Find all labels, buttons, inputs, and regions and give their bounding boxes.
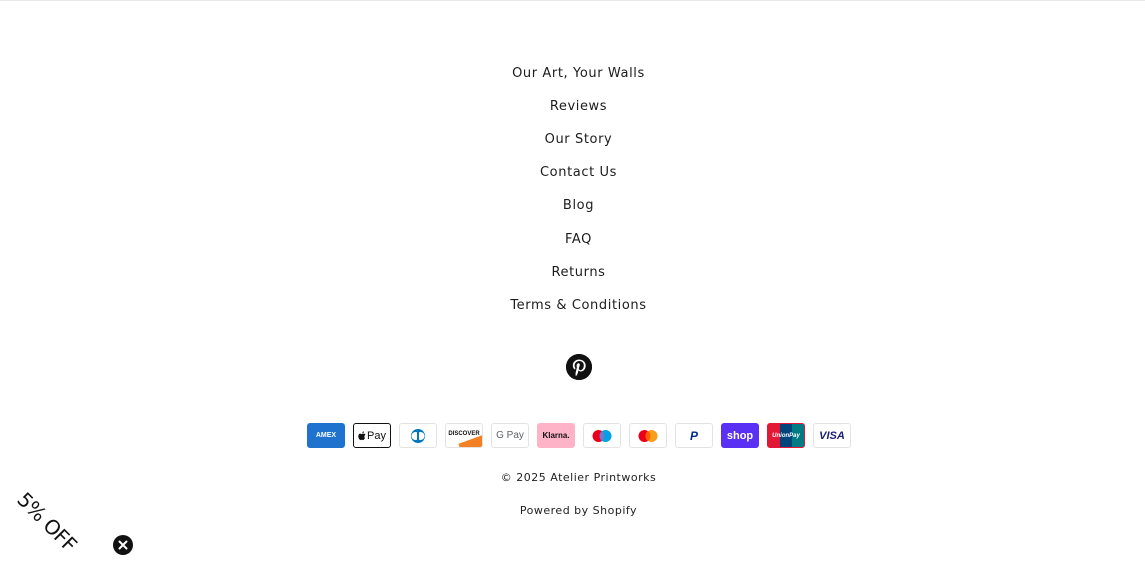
footer-link-contact[interactable]: Contact Us (0, 165, 1145, 181)
shop-pay-label: shop (726, 429, 754, 442)
google-pay-icon: G Pay (491, 423, 529, 448)
footer-link-reviews[interactable]: Reviews (0, 99, 1145, 115)
diners-club-icon (399, 423, 437, 448)
mastercard-icon (629, 423, 667, 448)
payment-icons: AMEX Pay DISCOVER G Pay Klarna. P shop U… (307, 423, 852, 448)
copyright: © 2025 Atelier Printworks (500, 471, 657, 484)
apple-pay-icon: Pay (353, 423, 391, 448)
top-divider (0, 0, 1145, 1)
footer-link-terms[interactable]: Terms & Conditions (0, 298, 1145, 314)
discount-teaser[interactable]: 5% OFF (7, 482, 88, 563)
paypal-icon: P (675, 423, 713, 448)
close-icon[interactable] (113, 535, 133, 555)
amex-label: AMEX (315, 432, 337, 439)
apple-pay-label: Pay (367, 429, 386, 442)
klarna-icon: Klarna. (537, 423, 575, 448)
discover-label: DISCOVER (448, 431, 480, 437)
footer-link-faq[interactable]: FAQ (0, 232, 1145, 248)
visa-label: VISA (819, 429, 845, 442)
unionpay-label: UnionPay (772, 432, 800, 439)
google-pay-label: G Pay (496, 430, 524, 441)
maestro-icon (583, 423, 621, 448)
footer-link-our-art[interactable]: Our Art, Your Walls (0, 66, 1145, 82)
shop-pay-icon: shop (721, 423, 759, 448)
unionpay-icon: UnionPay (767, 423, 805, 448)
paypal-label: P (689, 428, 698, 443)
visa-icon: VISA (813, 423, 851, 448)
klarna-label: Klarna. (542, 431, 570, 440)
footer-link-returns[interactable]: Returns (0, 265, 1145, 281)
pinterest-icon[interactable] (566, 354, 592, 380)
amex-icon: AMEX (307, 423, 345, 448)
footer-link-our-story[interactable]: Our Story (0, 132, 1145, 148)
powered-by-link[interactable]: Powered by Shopify (0, 504, 1145, 517)
discover-icon: DISCOVER (445, 423, 483, 448)
footer-link-blog[interactable]: Blog (0, 198, 1145, 214)
